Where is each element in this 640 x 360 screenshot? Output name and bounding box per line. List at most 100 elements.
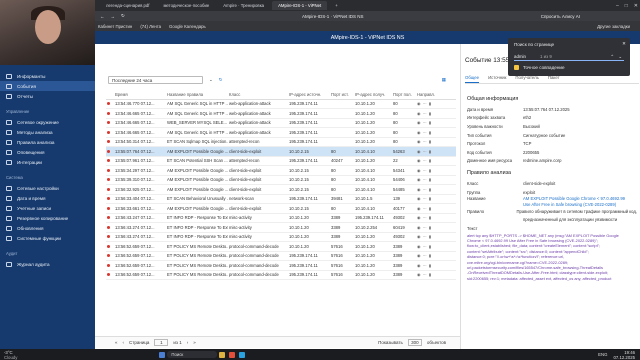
menu-icon[interactable]: ⋯: [423, 225, 427, 230]
menu-icon[interactable]: ⋯: [423, 120, 427, 125]
column-header[interactable]: IP-адрес источн.: [288, 91, 330, 100]
table-row[interactable]: 13:56:43.274 07.12... ET INFO RDP - Respo…: [106, 222, 456, 233]
sidebar-item-integrations[interactable]: Интеграции: [0, 157, 95, 167]
find-input[interactable]: admin 1 из 9 ⌃ ⌄: [514, 53, 624, 61]
prev-page-icon[interactable]: ‹: [123, 340, 125, 345]
table-row[interactable]: 13:56:33.661 07.12... AM EXPLOIT Possible…: [106, 203, 456, 214]
trash-icon[interactable]: ▮: [429, 234, 431, 239]
explorer-icon[interactable]: [219, 351, 226, 358]
sidebar-item-datetime[interactable]: Дата и время: [0, 193, 95, 203]
table-row[interactable]: 13:56:32.925 07.12... AM EXPLOIT Possible…: [106, 184, 456, 195]
eye-icon[interactable]: ◉: [417, 225, 421, 230]
menu-icon[interactable]: ⋯: [423, 244, 427, 249]
browser-tab-active[interactable]: AMpire-IDS-1 - ViPNet: [272, 1, 328, 10]
eye-icon[interactable]: ◉: [417, 196, 421, 201]
maximize-icon[interactable]: □: [625, 3, 628, 9]
table-row[interactable]: 13:54:46.665 07.12... AM SQL Generic SQL …: [106, 127, 456, 138]
sidebar-item-net-settings[interactable]: Сетевые настройки: [0, 183, 95, 193]
bookmark-item[interactable]: Google Календарь: [169, 24, 206, 29]
taskbar-search[interactable]: Поиск: [167, 351, 218, 358]
menu-icon[interactable]: ⋯: [423, 101, 427, 106]
trash-icon[interactable]: ▮: [429, 253, 431, 258]
column-header[interactable]: Направл.: [416, 91, 456, 100]
trash-icon[interactable]: ▮: [429, 168, 431, 173]
eye-icon[interactable]: ◉: [417, 263, 421, 268]
table-row[interactable]: 13:56:43.247 07.12... ET INFO RDP - Respo…: [106, 213, 456, 223]
menu-icon[interactable]: ⋯: [423, 139, 427, 144]
column-header[interactable]: Порт пол.: [392, 91, 416, 100]
close-icon[interactable]: ✕: [622, 41, 626, 47]
menu-icon[interactable]: ⋯: [423, 149, 427, 154]
sidebar-item-events[interactable]: События: [0, 81, 95, 91]
back-icon[interactable]: ←: [100, 14, 105, 19]
table-row[interactable]: 13:55:07.764 07.12... AM EXPLOIT Possible…: [106, 146, 456, 157]
table-row[interactable]: 13:54:50.314 07.12... ET SCAN Sqlmap SQL …: [106, 137, 456, 147]
column-header[interactable]: Класс: [228, 91, 288, 100]
first-page-icon[interactable]: «: [115, 340, 118, 345]
trash-icon[interactable]: ▮: [429, 101, 431, 106]
trash-icon[interactable]: ▮: [429, 263, 431, 268]
sidebar-item-accounts[interactable]: Учетные записи: [0, 203, 95, 213]
sidebar-item-backup[interactable]: Резервное копирование: [0, 213, 95, 223]
trash-icon[interactable]: ▮: [429, 187, 431, 192]
chevron-down-icon[interactable]: ⌄: [209, 77, 213, 83]
table-row[interactable]: 13:56:43.274 07.12... ET INFO RDP - Respo…: [106, 232, 456, 242]
eye-icon[interactable]: ◉: [417, 130, 421, 135]
eye-icon[interactable]: ◉: [417, 244, 421, 249]
eye-icon[interactable]: ◉: [417, 253, 421, 258]
menu-icon[interactable]: ⋯: [423, 111, 427, 116]
sidebar-item-notifications[interactable]: Оповещения: [0, 147, 95, 157]
exact-match-option[interactable]: Точное совпадение: [514, 65, 565, 70]
menu-icon[interactable]: ⋯: [423, 263, 427, 268]
sidebar-item-reports[interactable]: Отчеты: [0, 91, 95, 101]
trash-icon[interactable]: ▮: [429, 111, 431, 116]
sidebar-item-methods[interactable]: Методы анализа: [0, 127, 95, 137]
table-row[interactable]: 13:56:33.404 07.12... ET SCAN Behavioral …: [106, 194, 456, 204]
trash-icon[interactable]: ▮: [429, 139, 431, 144]
table-row[interactable]: 13:54:46.665 07.12... AM SQL Generic SQL …: [106, 108, 456, 119]
telegram-icon[interactable]: [239, 351, 246, 358]
eye-icon[interactable]: ◉: [417, 139, 421, 144]
browser-icon[interactable]: [229, 351, 236, 358]
menu-icon[interactable]: ⋯: [423, 234, 427, 239]
trash-icon[interactable]: ▮: [429, 177, 431, 182]
minimize-icon[interactable]: –: [616, 3, 619, 9]
sidebar-item-rules[interactable]: Правила анализа: [0, 137, 95, 147]
menu-icon[interactable]: ⋯: [423, 158, 427, 163]
sidebar-item-audit-log[interactable]: Журнал аудита: [0, 259, 95, 269]
eye-icon[interactable]: ◉: [417, 272, 421, 277]
weather-widget[interactable]: -3°C Cloudy: [4, 350, 17, 360]
profile-button[interactable]: Спросить Алису AI: [541, 14, 580, 19]
trash-icon[interactable]: ▮: [429, 120, 431, 125]
eye-icon[interactable]: ◉: [417, 187, 421, 192]
find-prev-icon[interactable]: ⌃: [610, 53, 614, 60]
menu-icon[interactable]: ⋯: [423, 206, 427, 211]
table-row[interactable]: 13:55:07.961 07.12... ET SCAN Potential S…: [106, 156, 456, 166]
column-header[interactable]: Порт ист.: [330, 91, 354, 100]
eye-icon[interactable]: ◉: [417, 149, 421, 154]
sidebar-item-updates[interactable]: Обновления: [0, 223, 95, 233]
trash-icon[interactable]: ▮: [429, 272, 431, 277]
eye-icon[interactable]: ◉: [417, 120, 421, 125]
table-row[interactable]: 13:56:52.659 07.12... ET POLICY MS Remote…: [106, 251, 456, 261]
tab-general[interactable]: Общее: [465, 75, 480, 83]
other-bookmarks[interactable]: Другие закладки: [597, 24, 630, 29]
column-header[interactable]: [106, 91, 114, 100]
eye-icon[interactable]: ◉: [417, 101, 421, 106]
table-row[interactable]: 13:56:52.659 07.12... ET POLICY MS Remote…: [106, 241, 456, 252]
url-field[interactable]: AMpire-IDS-1 · ViPNet IDS NS: [131, 14, 535, 19]
eye-icon[interactable]: ◉: [417, 111, 421, 116]
menu-icon[interactable]: ⋯: [423, 168, 427, 173]
column-header[interactable]: Время: [114, 91, 166, 100]
tab-source[interactable]: Источник: [488, 75, 506, 83]
trash-icon[interactable]: ▮: [429, 196, 431, 201]
tab-packet[interactable]: Пакет: [548, 75, 560, 83]
menu-icon[interactable]: ⋯: [423, 130, 427, 135]
table-row[interactable]: 13:56:52.659 07.12... ET POLICY MS Remote…: [106, 260, 456, 271]
page-input[interactable]: 1: [154, 339, 169, 346]
column-header[interactable]: Название правила: [166, 91, 228, 100]
eye-icon[interactable]: ◉: [417, 206, 421, 211]
menu-icon[interactable]: ⋯: [423, 272, 427, 277]
windows-start-icon[interactable]: [159, 351, 166, 358]
browser-tab[interactable]: легенда-сценария.pdf: [100, 1, 155, 10]
